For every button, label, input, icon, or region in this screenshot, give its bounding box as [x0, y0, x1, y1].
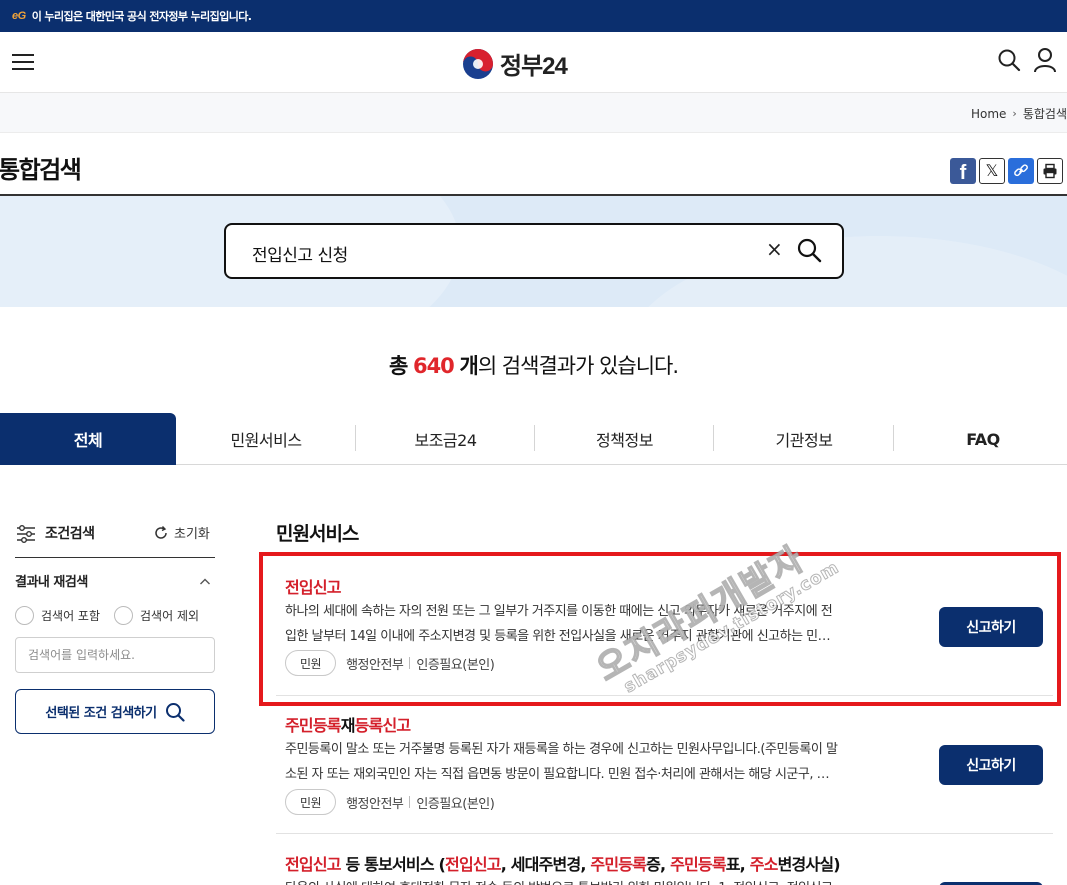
- share-toolbar: f 𝕏: [950, 158, 1063, 184]
- result-meta: 민원 행정안전부 인증필요(본인): [285, 789, 495, 815]
- tab-policy-info[interactable]: 정책정보: [535, 413, 714, 465]
- site-logo[interactable]: 정부24: [462, 46, 568, 81]
- recheck-label: 결과내 재검색: [15, 575, 88, 590]
- radio-include[interactable]: 검색어 포함: [15, 606, 100, 625]
- filter-sliders-icon: [15, 523, 37, 549]
- clear-icon[interactable]: ×: [766, 237, 783, 261]
- result-item: 전입신고 하나의 세대에 속하는 자의 전원 또는 그 일부가 거주지를 이동한…: [276, 557, 1053, 696]
- filter-title: 조건검색: [45, 526, 95, 542]
- result-count-unit: 개: [459, 354, 478, 378]
- radio-exclude[interactable]: 검색어 제외: [114, 606, 199, 625]
- category-tag: 민원: [285, 650, 337, 676]
- recheck-radios: 검색어 포함 검색어 제외: [15, 606, 213, 625]
- search-band: 전입신고 신청 ×: [0, 196, 1067, 307]
- page-title: 통합검색: [0, 156, 82, 184]
- result-item: 전입신고 등 통보서비스 (전입신고, 세대주변경, 주민등록증, 주민등록표,…: [276, 834, 1053, 885]
- chevron-right-icon: ›: [1012, 107, 1017, 120]
- print-icon[interactable]: [1037, 158, 1063, 184]
- section-title: 민원서비스: [276, 523, 359, 545]
- category-tag: 민원: [285, 789, 337, 815]
- tab-civil-service[interactable]: 민원서비스: [176, 413, 356, 465]
- result-description: 하나의 세대에 속하는 자의 전원 또는 그 일부가 거주지를 이동한 때에는 …: [285, 604, 833, 644]
- recheck-section: 결과내 재검색: [15, 571, 215, 591]
- facebook-icon[interactable]: f: [950, 158, 976, 184]
- result-title[interactable]: 전입신고: [285, 574, 341, 598]
- apply-button[interactable]: 신고하기: [939, 745, 1043, 785]
- user-icon[interactable]: [1033, 47, 1057, 73]
- tab-agency-info[interactable]: 기관정보: [714, 413, 894, 465]
- auth-requirement: 인증필요(본인): [416, 796, 495, 812]
- result-count-number: 640: [412, 354, 455, 378]
- search-icon[interactable]: [997, 48, 1021, 72]
- reset-button[interactable]: 초기화: [153, 523, 210, 542]
- breadcrumb-home[interactable]: Home: [971, 107, 1006, 121]
- site-header: 정부24: [0, 32, 1067, 93]
- result-title[interactable]: 주민등록재등록신고: [285, 712, 411, 736]
- result-item: 주민등록재등록신고 주민등록이 말소 또는 거주불명 등록된 자가 재등록을 하…: [276, 696, 1053, 834]
- gov-banner-text: 이 누리집은 대한민국 공식 전자정부 누리집입니다.: [31, 10, 252, 23]
- agency-name: 행정안전부: [346, 796, 404, 812]
- result-count: 총 640 개의 검색결과가 있습니다.: [0, 350, 1067, 380]
- result-tabs: 전체 민원서비스 보조금24 정책정보 기관정보 FAQ: [0, 413, 1067, 465]
- auth-requirement: 인증필요(본인): [416, 657, 495, 673]
- search-submit-icon[interactable]: [796, 237, 822, 263]
- menu-icon[interactable]: [12, 53, 34, 72]
- egov-logo: eG: [12, 10, 26, 22]
- search-box[interactable]: 전입신고 신청 ×: [224, 223, 844, 279]
- tab-all[interactable]: 전체: [0, 413, 176, 465]
- search-icon: [165, 702, 185, 722]
- breadcrumb: Home › 통합검색: [971, 105, 1067, 122]
- result-description: 주민등록이 말소 또는 거주불명 등록된 자가 재등록을 하는 경우에 신고하는…: [285, 742, 838, 782]
- tab-subsidy24[interactable]: 보조금24: [356, 413, 535, 465]
- keyword-input[interactable]: [15, 637, 215, 673]
- filter-search-button[interactable]: 선택된 조건 검색하기: [15, 689, 215, 734]
- x-icon[interactable]: 𝕏: [979, 158, 1005, 184]
- result-description: 다음의 사실에 대하여 휴대전화 문자 전송 등의 방법으로 통보받기 위한 민…: [285, 876, 917, 885]
- taegeuk-icon: [463, 48, 493, 79]
- filter-header: 조건검색 초기화: [15, 520, 215, 558]
- result-title[interactable]: 전입신고 등 통보서비스 (전입신고, 세대주변경, 주민등록증, 주민등록표,…: [285, 851, 841, 875]
- result-meta: 민원 행정안전부 인증필요(본인): [285, 650, 495, 676]
- agency-name: 행정안전부: [346, 657, 404, 673]
- tab-faq[interactable]: FAQ: [894, 413, 1067, 465]
- result-count-prefix: 총: [388, 354, 408, 378]
- chevron-up-icon[interactable]: [199, 573, 211, 585]
- link-icon[interactable]: [1008, 158, 1034, 184]
- result-count-suffix: 의 검색결과가 있습니다.: [477, 354, 679, 378]
- refresh-icon: [155, 525, 167, 539]
- apply-button[interactable]: 신고하기: [939, 607, 1043, 647]
- logo-text: 정부24: [500, 53, 568, 80]
- breadcrumb-current[interactable]: 통합검색: [1023, 105, 1067, 122]
- breadcrumb-band: Home › 통합검색: [0, 93, 1067, 133]
- gov-banner: eG 이 누리집은 대한민국 공식 전자정부 누리집입니다.: [0, 0, 1067, 32]
- search-input[interactable]: 전입신고 신청: [252, 241, 348, 266]
